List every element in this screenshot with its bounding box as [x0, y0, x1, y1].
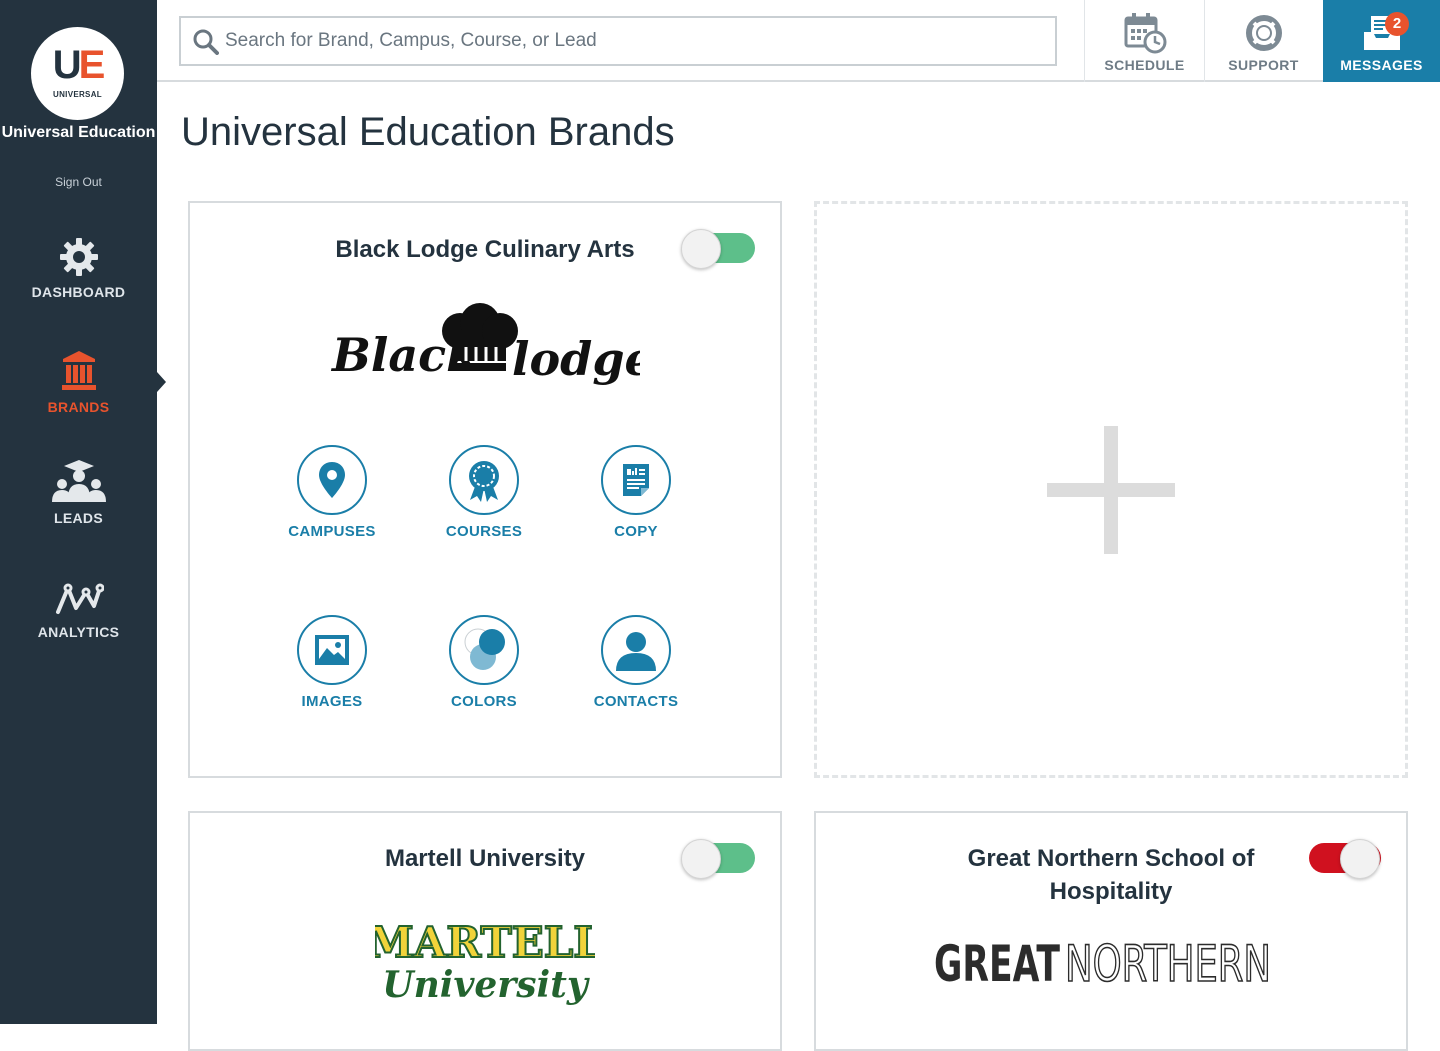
great-northern-logo-graphic: GREAT NORTHERN — [934, 934, 1272, 994]
colors-action[interactable]: COLORS — [414, 615, 554, 710]
nav-label: BRANDS — [47, 399, 110, 415]
action-label: CONTACTS — [593, 693, 679, 710]
sign-out-link[interactable]: Sign Out — [0, 175, 157, 189]
action-circle — [449, 445, 519, 515]
contacts-action[interactable]: CONTACTS — [566, 615, 706, 710]
nav-item-analytics[interactable]: ANALYTICS — [0, 582, 157, 640]
logo-letter-e: E — [78, 43, 106, 87]
action-circle — [297, 615, 367, 685]
map-pin-icon — [319, 462, 345, 498]
logo-mark: UE — [52, 43, 106, 87]
brand-enabled-toggle[interactable] — [681, 229, 755, 269]
brand-name: Great Northern School of Hospitality — [967, 845, 1255, 905]
logo-word-northern: NORTHERN — [1065, 935, 1271, 991]
org-logo: UE UNIVERSAL — [31, 27, 124, 120]
plus-icon-vertical — [1104, 426, 1118, 554]
black-lodge-logo-graphic: Black lodge — [330, 303, 654, 386]
messages-count-badge: 2 — [1385, 12, 1409, 36]
add-brand-card[interactable] — [814, 201, 1408, 778]
logo-subtext: UNIVERSAL — [53, 90, 102, 99]
action-circle — [449, 615, 519, 685]
nav-item-brands[interactable]: BRANDS — [0, 349, 157, 415]
logo-word-martell: MARTELL — [375, 918, 595, 967]
award-ribbon-icon — [469, 461, 499, 502]
toggle-knob — [1340, 839, 1380, 879]
nav-label: ANALYTICS — [37, 624, 120, 640]
action-label: COURSES — [445, 523, 523, 540]
graduates-icon — [51, 460, 106, 502]
action-label: CAMPUSES — [288, 523, 376, 540]
brand-name: Martell University — [384, 845, 586, 872]
support-label: SUPPORT — [1228, 57, 1299, 73]
action-circle — [601, 445, 671, 515]
brand-card: Black Lodge Culinary Arts Black lodge CA… — [188, 201, 782, 778]
action-label: COLORS — [451, 693, 517, 710]
gear-icon — [59, 238, 98, 276]
logo-word-great: GREAT — [934, 935, 1060, 991]
brand-enabled-toggle[interactable] — [681, 839, 755, 879]
search-icon — [193, 29, 219, 55]
action-label: IMAGES — [301, 693, 363, 710]
search-box — [179, 16, 1057, 66]
nav-label: DASHBOARD — [31, 284, 126, 300]
martell-university-logo: MARTELL University — [190, 915, 780, 1016]
org-name: Universal Education — [1, 124, 156, 141]
action-circle — [297, 445, 367, 515]
logo-word-lodge: lodge — [512, 332, 640, 386]
sidebar: UE UNIVERSAL Universal Education Sign Ou… — [0, 0, 166, 1024]
brand-enabled-toggle[interactable] — [1309, 839, 1381, 879]
person-icon — [616, 632, 656, 671]
logo-word-university: University — [382, 964, 590, 1006]
page-title: Universal Education Brands — [181, 110, 675, 154]
nav-item-dashboard[interactable]: DASHBOARD — [0, 236, 157, 300]
messages-button[interactable]: 2 MESSAGES — [1323, 0, 1440, 82]
toggle-knob — [681, 839, 721, 879]
image-icon — [315, 635, 349, 665]
active-nav-pointer — [157, 372, 166, 392]
messages-label: MESSAGES — [1340, 57, 1423, 73]
brand-card: Martell University MARTELL University — [188, 811, 782, 1051]
brand-name: Black Lodge Culinary Arts — [335, 236, 635, 263]
nav-label: LEADS — [54, 510, 103, 526]
copy-action[interactable]: COPY — [566, 445, 706, 540]
great-northern-logo: GREAT NORTHERN — [816, 931, 1406, 996]
black-lodge-logo: Black lodge — [190, 299, 780, 400]
lifebuoy-icon — [1245, 15, 1282, 51]
support-button[interactable]: SUPPORT — [1204, 0, 1322, 82]
calendar-clock-icon — [1124, 13, 1166, 54]
campuses-action[interactable]: CAMPUSES — [262, 445, 402, 540]
document-icon — [623, 464, 649, 496]
action-circle — [601, 615, 671, 685]
search-input[interactable] — [225, 18, 1045, 64]
toggle-knob — [681, 229, 721, 269]
nav-item-leads[interactable]: LEADS — [0, 458, 157, 526]
top-bar: SCHEDULE SUPPORT 2 MESSAGES — [157, 0, 1440, 82]
images-action[interactable]: IMAGES — [262, 615, 402, 710]
analytics-icon — [55, 583, 104, 614]
color-swatch-icon — [464, 628, 505, 670]
schedule-button[interactable]: SCHEDULE — [1084, 0, 1204, 82]
courses-action[interactable]: COURSES — [414, 445, 554, 540]
martell-logo-graphic: MARTELL University — [366, 917, 604, 1006]
institution-icon — [61, 351, 96, 390]
action-label: COPY — [614, 523, 658, 540]
logo-letter-u: U — [52, 43, 82, 87]
schedule-label: SCHEDULE — [1104, 57, 1185, 73]
brand-card: Great Northern School of Hospitality GRE… — [814, 811, 1408, 1051]
